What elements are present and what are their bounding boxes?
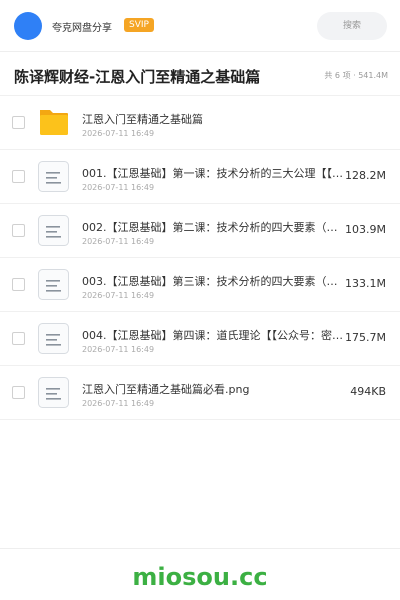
- file-name: 002.【江恩基础】第二课：技术分析的四大要素（一）【【公众号：密码财经】】: [82, 221, 344, 234]
- file-size: 175.7M: [345, 331, 386, 344]
- folder-title-bar: 陈译辉财经-江恩入门至精通之基础篇 共 6 项 · 541.4M: [0, 56, 400, 96]
- search-button[interactable]: 搜索: [317, 12, 387, 40]
- file-date: 2026-07-11 16:49: [82, 129, 155, 138]
- file-size: 103.9M: [345, 223, 386, 236]
- file-date: 2026-07-11 16:49: [82, 237, 155, 246]
- video-file-icon: [37, 322, 70, 355]
- list-item[interactable]: 江恩入门至精通之基础篇 2026-07-11 16:49: [0, 96, 400, 150]
- list-item[interactable]: 004.【江恩基础】第四课：道氏理论【【公众号：密码财经】】 2026-07-1…: [0, 312, 400, 366]
- file-name: 001.【江恩基础】第一课：技术分析的三大公理【【公众号：密码财经】】: [82, 167, 344, 180]
- file-date: 2026-07-11 16:49: [82, 345, 155, 354]
- list-item[interactable]: 003.【江恩基础】第三课：技术分析的四大要素（二）【【公众号：密码财经】】 2…: [0, 258, 400, 312]
- share-owner-name: 夸克网盘分享: [52, 23, 112, 34]
- row-checkbox[interactable]: [12, 224, 25, 237]
- svip-badge: SVIP: [124, 18, 154, 32]
- row-checkbox[interactable]: [12, 170, 25, 183]
- file-date: 2026-07-11 16:49: [82, 291, 155, 300]
- file-size: 494KB: [350, 385, 386, 398]
- video-file-icon: [37, 160, 70, 193]
- row-checkbox[interactable]: [12, 386, 25, 399]
- watermark-text: miosou.cc: [132, 563, 268, 591]
- row-checkbox[interactable]: [12, 332, 25, 345]
- list-item[interactable]: 江恩入门至精通之基础篇必看.png 2026-07-11 16:49 494KB: [0, 366, 400, 420]
- file-name: 江恩入门至精通之基础篇: [82, 113, 203, 126]
- file-name: 003.【江恩基础】第三课：技术分析的四大要素（二）【【公众号：密码财经】】: [82, 275, 344, 288]
- file-size: 133.1M: [345, 277, 386, 290]
- file-date: 2026-07-11 16:49: [82, 399, 155, 408]
- share-header: 夸克网盘分享 SVIP 搜索: [0, 0, 400, 52]
- file-size: 128.2M: [345, 169, 386, 182]
- list-item[interactable]: 002.【江恩基础】第二课：技术分析的四大要素（一）【【公众号：密码财经】】 2…: [0, 204, 400, 258]
- row-checkbox[interactable]: [12, 116, 25, 129]
- page-title: 陈译辉财经-江恩入门至精通之基础篇: [14, 68, 261, 86]
- image-file-icon: [37, 376, 70, 409]
- row-checkbox[interactable]: [12, 278, 25, 291]
- file-name: 江恩入门至精通之基础篇必看.png: [82, 383, 250, 396]
- footer: miosou.cc: [0, 548, 400, 600]
- list-item[interactable]: 001.【江恩基础】第一课：技术分析的三大公理【【公众号：密码财经】】 2026…: [0, 150, 400, 204]
- file-name: 004.【江恩基础】第四课：道氏理论【【公众号：密码财经】】: [82, 329, 344, 342]
- video-file-icon: [37, 214, 70, 247]
- avatar[interactable]: [14, 12, 42, 40]
- item-summary: 共 6 项 · 541.4M: [324, 71, 388, 80]
- folder-icon: [37, 106, 70, 139]
- file-list: 江恩入门至精通之基础篇 2026-07-11 16:49 001.【江恩基础】第…: [0, 96, 400, 420]
- file-date: 2026-07-11 16:49: [82, 183, 155, 192]
- video-file-icon: [37, 268, 70, 301]
